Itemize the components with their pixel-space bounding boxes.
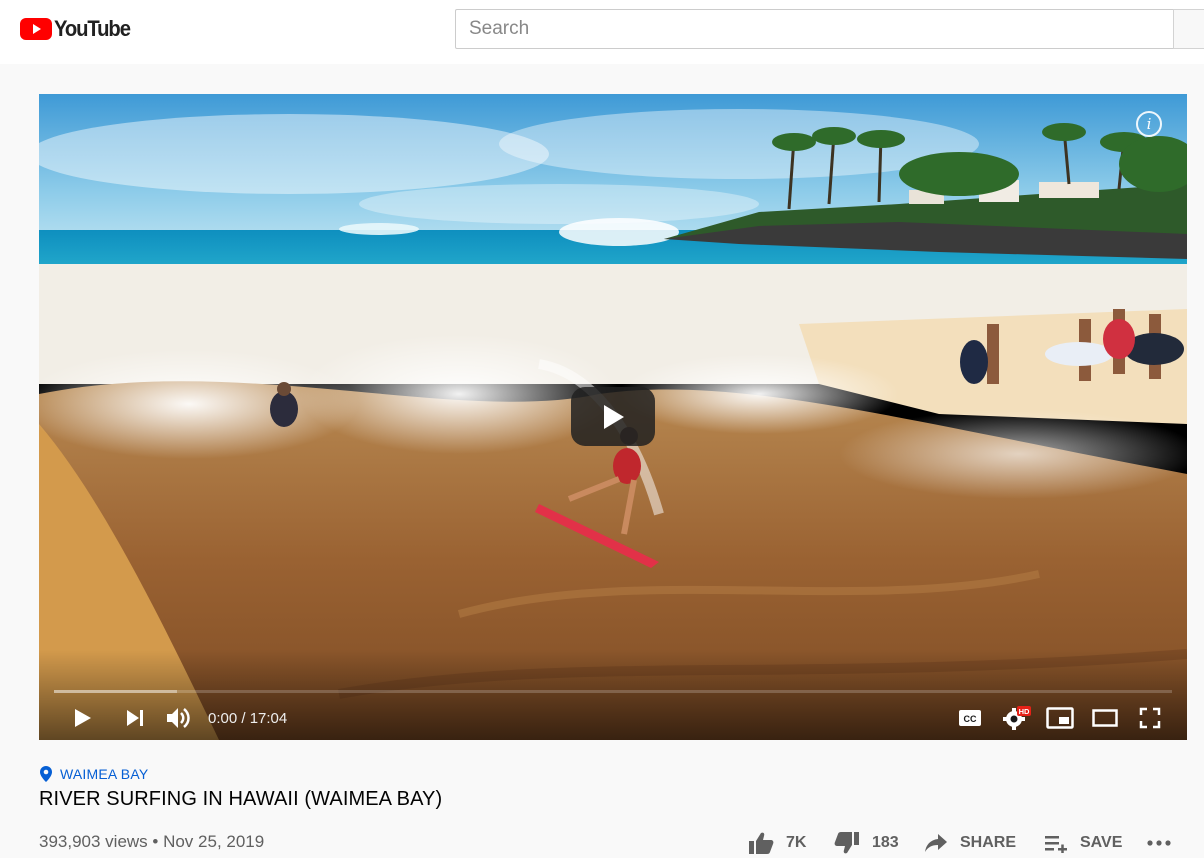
play-icon [604,404,624,429]
more-icon [1147,840,1171,846]
captions-icon: CC [959,710,981,726]
save-button[interactable]: SAVE [1044,828,1122,858]
like-count: 7K [786,834,807,851]
thumbs-up-icon [749,832,774,854]
mute-button[interactable] [161,700,197,736]
captions-button[interactable]: CC [952,700,988,736]
save-label: SAVE [1080,834,1123,851]
large-play-button[interactable] [571,387,655,446]
progress-bar[interactable] [54,690,1172,693]
info-icon[interactable]: i [1136,111,1162,137]
next-icon [127,710,143,726]
settings-icon: HD [1003,706,1031,730]
fullscreen-icon [1139,707,1161,729]
brand-name: YouTube [54,16,131,41]
progress-buffered [54,690,177,693]
miniplayer-icon [1046,707,1074,729]
video-player[interactable]: i 0:00 / 17:04 CC HD [39,94,1187,740]
volume-icon [167,708,190,728]
masthead: YouTube [0,0,1204,64]
search-button[interactable] [1173,9,1204,49]
video-title: RIVER SURFING IN HAWAII (WAIMEA BAY) [39,788,443,810]
next-button[interactable] [117,700,153,736]
hd-badge: HD [1019,707,1030,716]
share-label: SHARE [960,834,1017,851]
youtube-logo-icon [20,18,52,40]
save-playlist-icon [1045,836,1067,853]
dislike-button[interactable]: 183 [834,828,899,858]
svg-text:CC: CC [964,714,977,724]
time-display: 0:00 / 17:04 [208,709,288,727]
view-count-date: 393,903 views • Nov 25, 2019 [39,832,265,851]
settings-button[interactable]: HD [997,700,1037,736]
miniplayer-button[interactable] [1042,700,1078,736]
search-box[interactable] [455,9,1175,49]
location-label: WAIMEA BAY [60,766,149,782]
youtube-logo[interactable]: YouTube [20,16,136,41]
like-button[interactable]: 7K [748,828,806,858]
play-button[interactable] [65,700,101,736]
more-actions-button[interactable] [1146,828,1184,858]
dislike-count: 183 [872,834,899,851]
play-icon [75,709,91,727]
location-pin-icon [40,766,52,782]
player-controls: 0:00 / 17:04 CC HD [39,700,1187,736]
theater-mode-button[interactable] [1087,700,1123,736]
thumbs-down-icon [834,832,859,854]
share-button[interactable]: SHARE [924,828,1016,858]
fullscreen-button[interactable] [1132,700,1168,736]
theater-icon [1092,709,1118,727]
search-input[interactable] [469,18,1174,40]
location-link[interactable]: WAIMEA BAY [40,766,148,782]
share-icon [925,834,947,852]
